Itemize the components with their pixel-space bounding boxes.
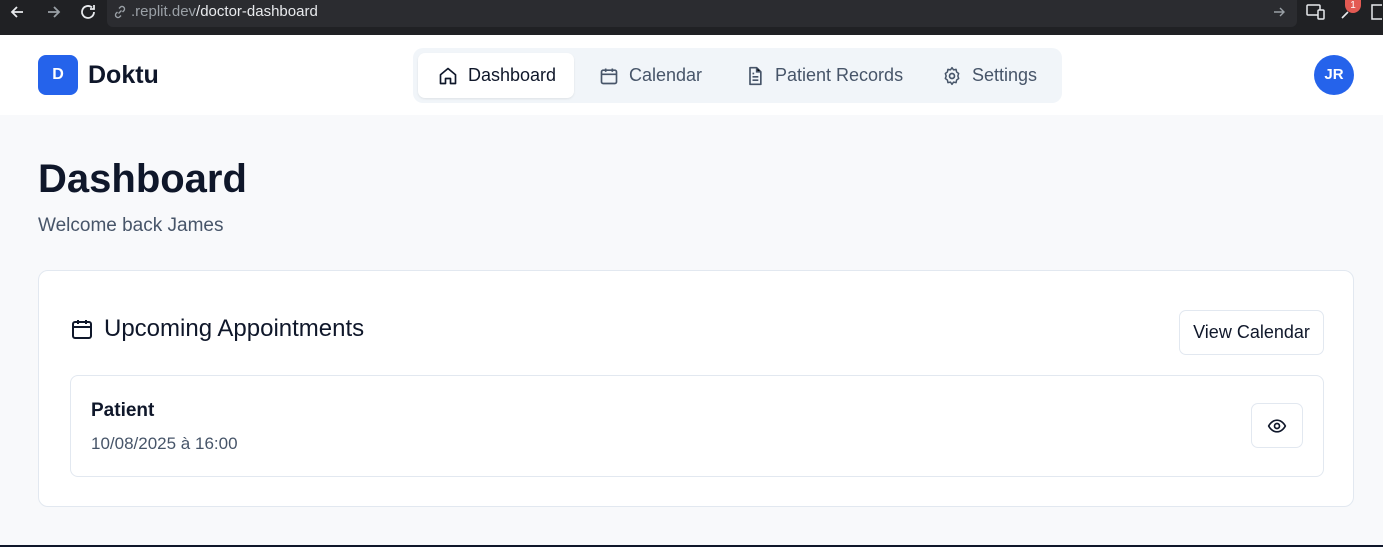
tab-label: Settings <box>972 65 1038 85</box>
avatar[interactable]: JR <box>1314 55 1354 95</box>
card-title: Upcoming Appointments <box>104 315 365 342</box>
appointment-datetime: 10/08/2025 à 16:00 <box>91 434 238 453</box>
app-header: D Doktu Dashboard Calendar Patient Recor… <box>0 35 1383 115</box>
calendar-icon <box>600 68 618 84</box>
main-nav: Dashboard Calendar Patient Records Setti… <box>413 48 1062 103</box>
tab-dashboard[interactable]: Dashboard <box>418 53 574 98</box>
document-icon <box>749 66 762 85</box>
page-subtitle: Welcome back James <box>38 215 224 236</box>
upcoming-appointments-card: Upcoming Appointments View Calendar Pati… <box>38 270 1354 507</box>
notification-badge: 1 <box>1345 0 1361 13</box>
devices-icon[interactable] <box>1306 3 1326 21</box>
eye-icon <box>1267 418 1287 433</box>
page-title: Dashboard <box>38 157 247 201</box>
reload-icon[interactable] <box>78 2 98 22</box>
tab-label: Calendar <box>629 65 703 85</box>
tab-calendar[interactable]: Calendar <box>579 53 722 98</box>
tab-label: Patient Records <box>775 65 904 85</box>
view-calendar-button[interactable]: View Calendar <box>1179 310 1324 355</box>
open-external-icon[interactable] <box>1370 3 1383 21</box>
view-appointment-button[interactable] <box>1251 403 1303 448</box>
logo[interactable]: D <box>38 55 78 95</box>
url-path: /doctor-dashboard <box>196 3 318 20</box>
appointment-patient-name: Patient <box>91 400 155 421</box>
tab-patient-records[interactable]: Patient Records <box>725 53 923 98</box>
back-arrow-icon[interactable] <box>8 2 28 22</box>
url-text: .replit.dev/doctor-dashboard <box>131 3 318 20</box>
calendar-icon <box>72 320 92 339</box>
brand-name[interactable]: Doktu <box>88 61 159 90</box>
url-host: .replit.dev <box>131 3 197 20</box>
go-arrow-icon[interactable] <box>1272 5 1286 19</box>
link-icon <box>114 5 126 19</box>
card-header: Upcoming Appointments <box>70 315 364 343</box>
appointment-item: Patient 10/08/2025 à 16:00 <box>70 375 1324 477</box>
tab-settings[interactable]: Settings <box>922 53 1057 98</box>
forward-arrow-icon[interactable] <box>43 2 63 22</box>
browser-toolbar: .replit.dev/doctor-dashboard 1 <box>0 0 1383 35</box>
home-icon <box>439 67 457 84</box>
tab-label: Dashboard <box>468 65 557 85</box>
gear-icon <box>944 66 960 85</box>
